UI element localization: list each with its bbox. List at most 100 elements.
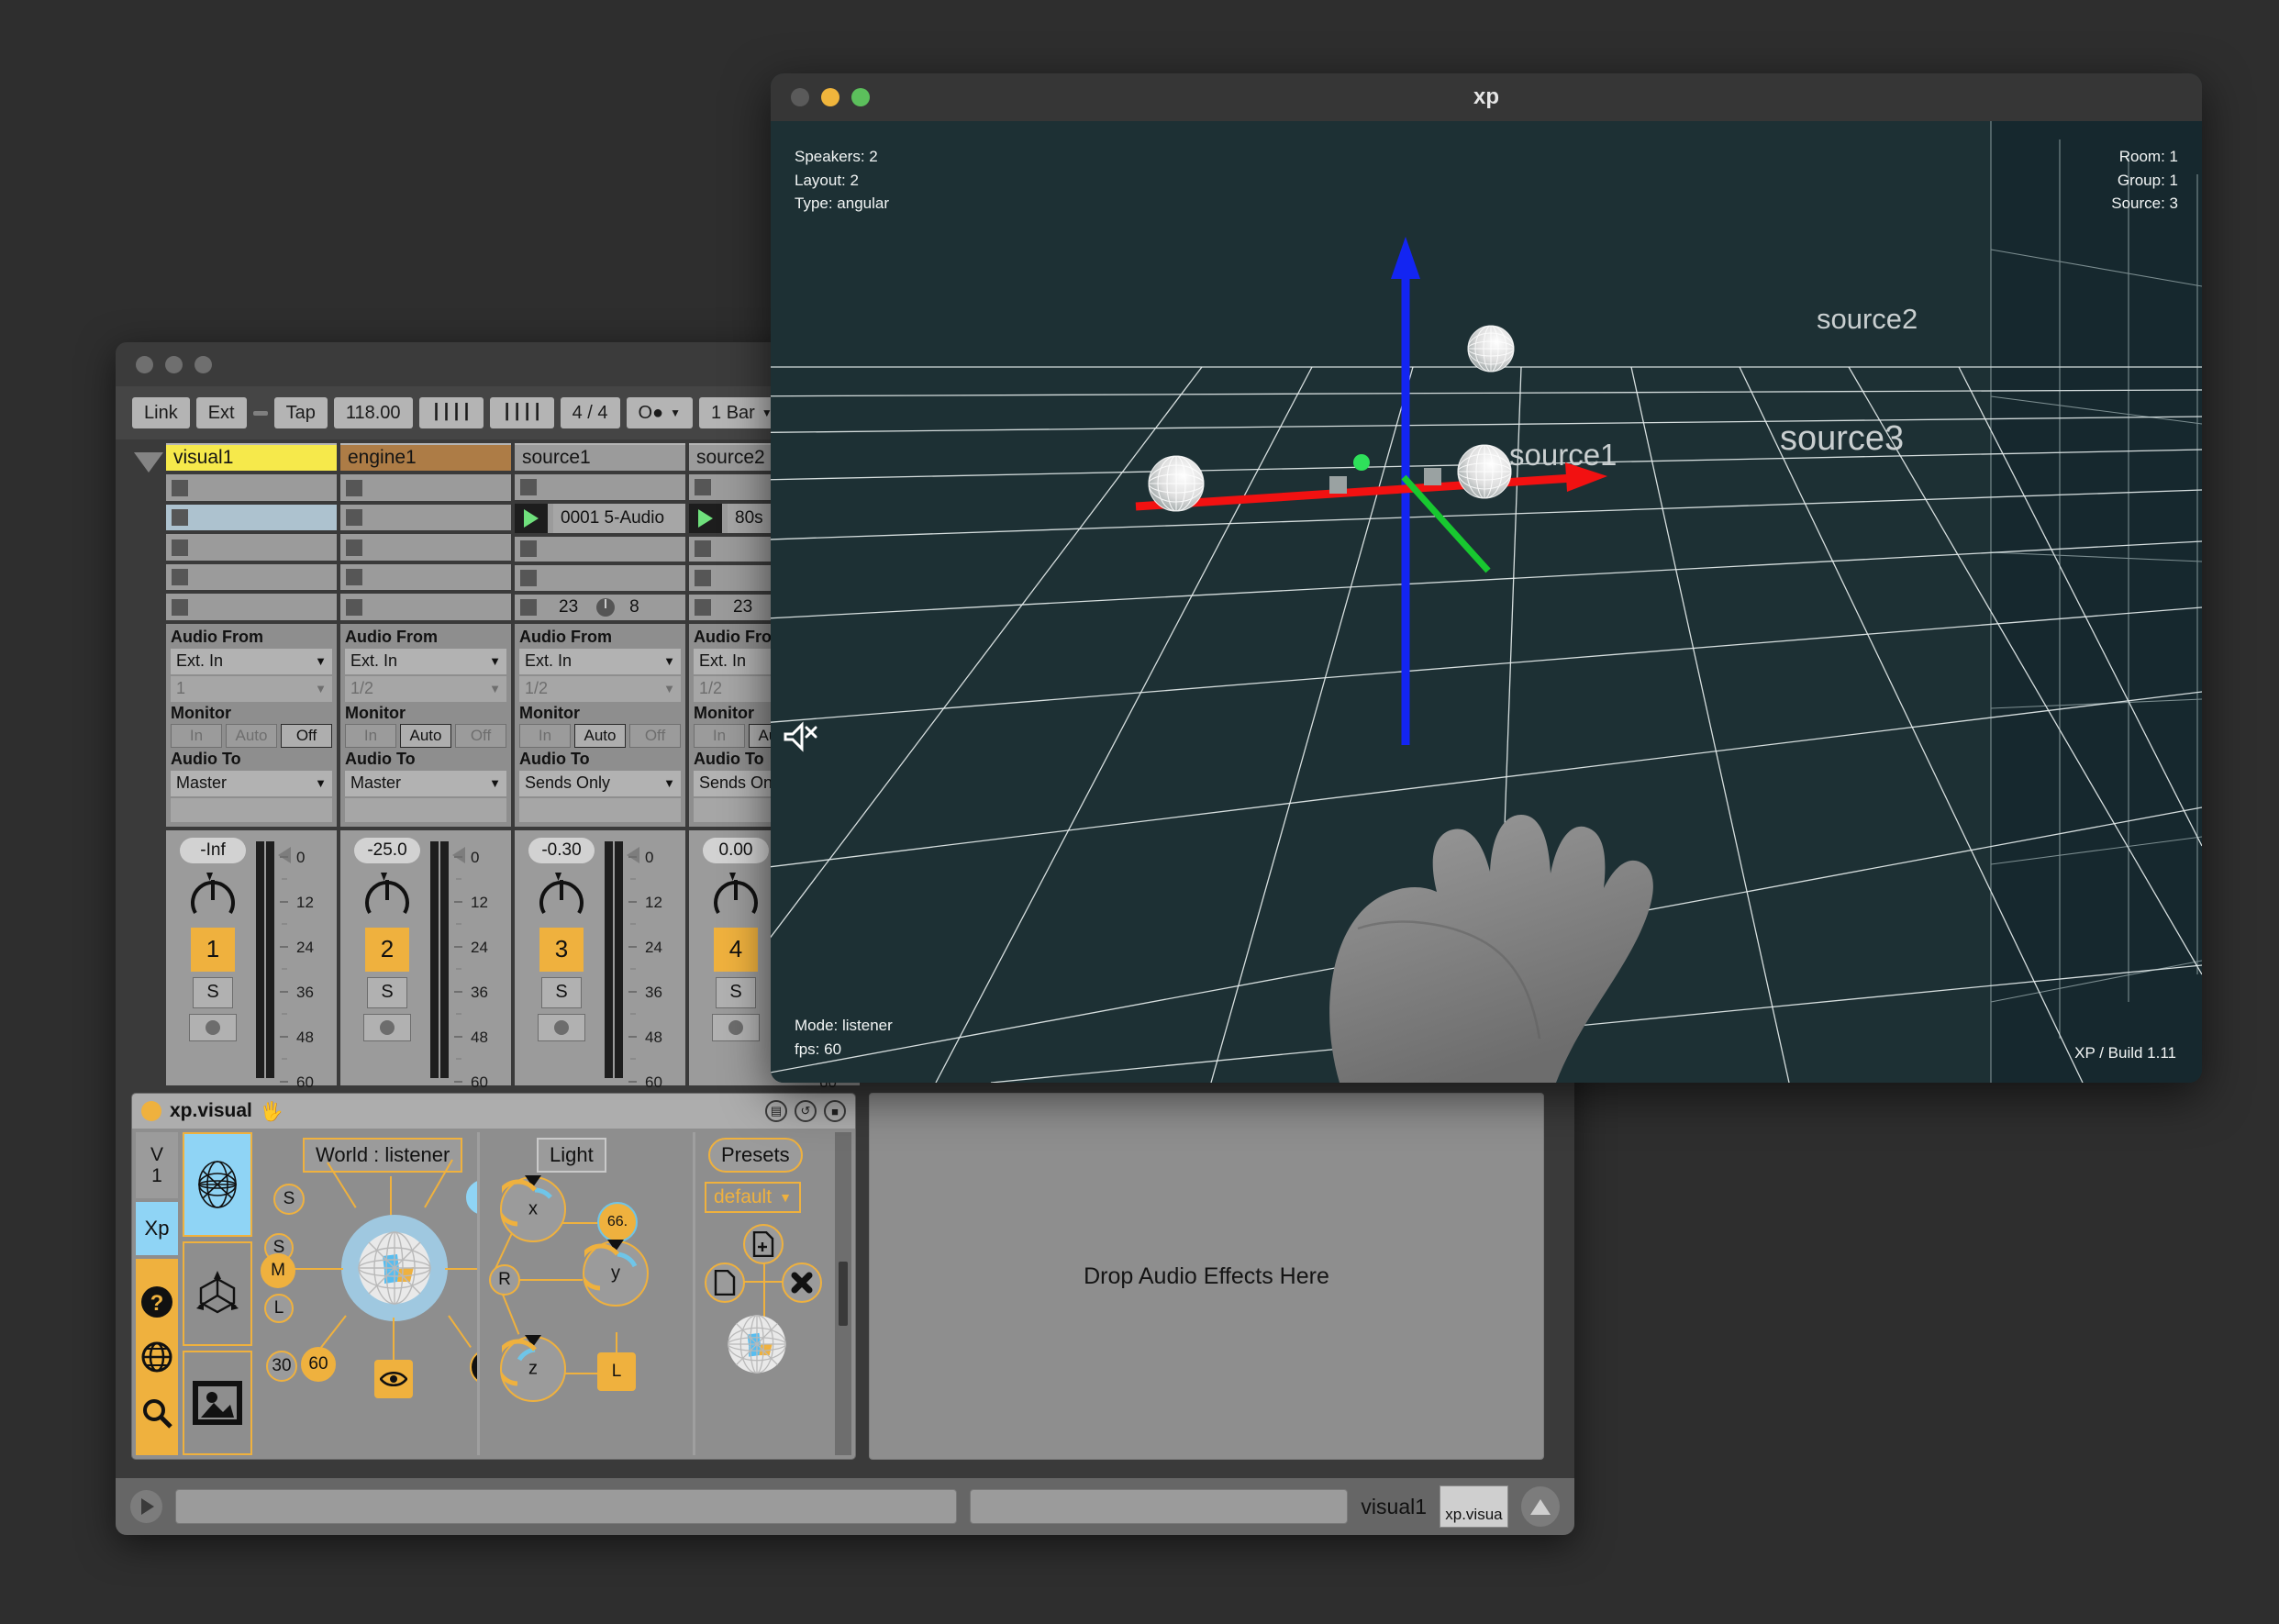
device-power-toggle[interactable]: [141, 1101, 161, 1121]
arm-record-button[interactable]: [538, 1014, 585, 1041]
clip-slot[interactable]: [340, 564, 511, 590]
node-fps-30[interactable]: 30: [266, 1351, 297, 1382]
light-title[interactable]: Light: [537, 1138, 606, 1173]
audio-to-select[interactable]: Master▼: [345, 771, 506, 796]
audio-to-channel-select[interactable]: [345, 798, 506, 822]
preset-select[interactable]: default ▼: [705, 1182, 801, 1213]
stop-clip-button[interactable]: [172, 599, 188, 616]
crossfade-dial[interactable]: [596, 598, 615, 617]
solo-button[interactable]: S: [367, 977, 407, 1008]
volume-slider-handle[interactable]: [627, 847, 639, 863]
live-maximize-button[interactable]: [195, 356, 212, 373]
pan-knob[interactable]: [188, 873, 238, 922]
stop-clip-button[interactable]: [520, 540, 537, 557]
status-device-thumbnail[interactable]: xp.visua: [1440, 1485, 1508, 1528]
arm-record-button[interactable]: [363, 1014, 411, 1041]
audio-from-select[interactable]: Ext. In▼: [171, 649, 332, 674]
device-preset-icon[interactable]: ▤: [765, 1100, 787, 1122]
monitor-auto-button[interactable]: Auto: [226, 724, 277, 748]
clip-slot[interactable]: [166, 505, 337, 530]
pan-knob[interactable]: [537, 873, 586, 922]
search-icon[interactable]: [139, 1395, 175, 1431]
live-minimize-button[interactable]: [165, 356, 183, 373]
thumbnail-geodesic[interactable]: [183, 1132, 252, 1237]
xp-visual-device[interactable]: xp.visual 🖐 ▤ ↺ ■ V 1: [131, 1093, 856, 1460]
clip-play-button[interactable]: [689, 504, 722, 533]
device-lock-icon[interactable]: ■: [824, 1100, 846, 1122]
xp-3d-window[interactable]: xp: [771, 73, 2202, 1083]
drop-audio-effects-area[interactable]: Drop Audio Effects Here: [869, 1093, 1544, 1460]
scrollbar-thumb[interactable]: [839, 1262, 848, 1326]
clip-slot[interactable]: [340, 534, 511, 560]
session-collapse-arrow[interactable]: [131, 443, 166, 1085]
volume-slider-handle[interactable]: [278, 847, 291, 863]
volume-value[interactable]: 0.00: [703, 838, 769, 863]
stop-clip-button[interactable]: [172, 509, 188, 526]
thumbnail-axes[interactable]: [183, 1241, 252, 1346]
preset-delete-icon[interactable]: [782, 1262, 822, 1303]
stop-clip-button[interactable]: [346, 539, 362, 556]
preset-new-icon[interactable]: [705, 1262, 745, 1303]
track-activator[interactable]: 2: [365, 928, 409, 972]
stop-clip-button[interactable]: [172, 539, 188, 556]
record-quantization-toggle[interactable]: O● ▼: [627, 397, 694, 428]
stop-clip-button[interactable]: [520, 479, 537, 495]
node-top-s[interactable]: S: [273, 1184, 305, 1215]
solo-button[interactable]: S: [541, 977, 582, 1008]
audio-to-channel-select[interactable]: [519, 798, 681, 822]
metronome-icon-b[interactable]: ||||: [490, 397, 554, 428]
audio-from-select[interactable]: Ext. In▼: [519, 649, 681, 674]
volume-value[interactable]: -25.0: [354, 838, 420, 863]
audio-to-select[interactable]: Master▼: [171, 771, 332, 796]
track-activator[interactable]: 1: [191, 928, 235, 972]
clip-slot[interactable]: [515, 565, 685, 591]
thumbnail-image[interactable]: [183, 1351, 252, 1455]
pan-knob[interactable]: [711, 873, 761, 922]
stop-clip-button[interactable]: [172, 569, 188, 585]
stop-clip-button[interactable]: [346, 599, 362, 616]
device-refresh-icon[interactable]: ↺: [795, 1100, 817, 1122]
light-node-l[interactable]: L: [597, 1352, 636, 1391]
audio-from-select[interactable]: Ext. In▼: [345, 649, 506, 674]
stop-clip-button[interactable]: [346, 480, 362, 496]
clip-slot[interactable]: 238: [515, 595, 685, 620]
audio-from-channel-select[interactable]: 1/2▼: [519, 676, 681, 702]
monitor-off-button[interactable]: Off: [281, 724, 332, 748]
light-knob-z[interactable]: z: [500, 1336, 566, 1402]
clip-slot[interactable]: [515, 474, 685, 500]
clip-name[interactable]: 0001 5-Audio: [553, 504, 685, 533]
arm-record-button[interactable]: [189, 1014, 237, 1041]
preset-save-icon[interactable]: [743, 1224, 784, 1264]
status-expand-button[interactable]: [1521, 1486, 1560, 1527]
clip-slot[interactable]: 0001 5-Audio: [515, 504, 685, 533]
world-hub[interactable]: [341, 1215, 448, 1321]
track-name[interactable]: source1: [515, 443, 685, 471]
monitor-in-button[interactable]: In: [694, 724, 745, 748]
node-size-l[interactable]: L: [264, 1294, 294, 1323]
stop-clip-button[interactable]: [346, 509, 362, 526]
tap-tempo-button[interactable]: Tap: [274, 397, 328, 428]
stop-clip-button[interactable]: [520, 599, 537, 616]
audio-to-select[interactable]: Sends Only▼: [519, 771, 681, 796]
node-eye-toggle[interactable]: [374, 1360, 413, 1398]
monitor-in-button[interactable]: In: [519, 724, 571, 748]
stop-clip-button[interactable]: [346, 569, 362, 585]
status-play-button[interactable]: [130, 1490, 162, 1523]
stop-clip-button[interactable]: [695, 540, 711, 557]
volume-value[interactable]: -Inf: [180, 838, 246, 863]
arm-record-button[interactable]: [712, 1014, 760, 1041]
device-scrollbar[interactable]: [835, 1132, 851, 1455]
clip-slot[interactable]: [340, 505, 511, 530]
ext-button[interactable]: Ext: [196, 397, 247, 428]
node-fps-60[interactable]: 60: [301, 1347, 336, 1382]
volume-value[interactable]: -0.30: [528, 838, 595, 863]
light-knob-y[interactable]: y: [583, 1240, 649, 1307]
pan-knob[interactable]: [362, 873, 412, 922]
metronome-icon-a[interactable]: ||||: [419, 397, 484, 428]
track-name[interactable]: visual1: [166, 443, 337, 471]
light-value-field[interactable]: 66.: [597, 1202, 638, 1242]
clip-slot[interactable]: [340, 474, 511, 500]
globe-icon[interactable]: [139, 1339, 175, 1375]
stop-clip-button[interactable]: [695, 479, 711, 495]
monitor-auto-button[interactable]: Auto: [400, 724, 451, 748]
